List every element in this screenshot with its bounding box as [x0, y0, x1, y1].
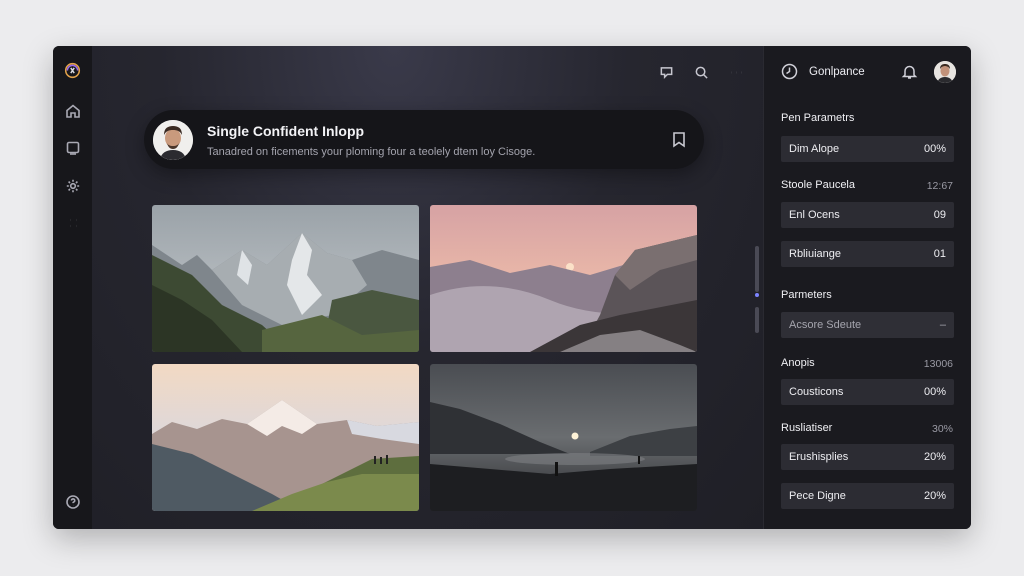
search-icon[interactable]	[693, 64, 710, 81]
bell-icon[interactable]	[901, 63, 918, 80]
card-subtitle: Tanadred on ficements your ploming four …	[207, 146, 536, 158]
message-icon[interactable]	[64, 139, 81, 156]
photo-alpine-peak[interactable]	[152, 364, 419, 511]
chat-icon[interactable]	[658, 64, 675, 81]
section-parmeters: Parmeters	[781, 289, 832, 301]
photo-mountain-valley[interactable]	[152, 205, 419, 352]
row-rbliuiange[interactable]: Rbliuiange 01	[781, 241, 954, 267]
section-rusliatiser-value: 30%	[931, 423, 953, 435]
scrollbar[interactable]	[755, 246, 759, 336]
left-rail	[53, 46, 92, 529]
grid-icon[interactable]	[64, 214, 81, 231]
photo-sunset-fog[interactable]	[430, 205, 697, 352]
card-title: Single Confident Inlopp	[207, 123, 365, 139]
section-stoole-paucela: Stoole Paucela	[781, 179, 855, 191]
main-content: Single Confident Inlopp Tanadred on fice…	[92, 46, 763, 529]
more-icon[interactable]	[728, 64, 745, 81]
row-cousticons[interactable]: Cousticons 00%	[781, 379, 954, 405]
section-pen-parameters: Pen Parametrs	[781, 112, 855, 124]
toolbar	[658, 64, 745, 81]
home-icon[interactable]	[64, 102, 81, 119]
help-icon[interactable]	[64, 493, 81, 510]
section-anopis-value: 13006	[923, 358, 953, 370]
profile-card[interactable]: Single Confident Inlopp Tanadred on fice…	[144, 110, 704, 169]
photo-dusk-lake[interactable]	[430, 364, 697, 511]
row-acsore-sdeute[interactable]: Acsore Sdeute –	[781, 312, 954, 338]
section-rusliatiser: Rusliatiser	[781, 422, 833, 434]
app-window: Single Confident Inlopp Tanadred on fice…	[53, 46, 971, 529]
avatar[interactable]	[934, 61, 956, 83]
bookmark-icon[interactable]	[671, 131, 687, 148]
section-stoole-paucela-value: 12:67	[926, 180, 953, 192]
scroll-indicator	[755, 293, 759, 297]
panel-title: Gonlpance	[809, 66, 865, 78]
section-anopis: Anopis	[781, 357, 815, 369]
gear-icon[interactable]	[64, 177, 81, 194]
logo-icon[interactable]	[64, 62, 81, 79]
right-panel: Gonlpance Pen Parametrs Dim Alope 00% St…	[763, 46, 971, 529]
row-pece-digne[interactable]: Pece Digne 20%	[781, 483, 954, 509]
row-erushisplies[interactable]: Erushisplies 20%	[781, 444, 954, 470]
row-dim-alope[interactable]: Dim Alope 00%	[781, 136, 954, 162]
row-enl-ocens[interactable]: Enl Ocens 09	[781, 202, 954, 228]
clock-icon[interactable]	[781, 63, 798, 80]
avatar	[153, 120, 193, 160]
